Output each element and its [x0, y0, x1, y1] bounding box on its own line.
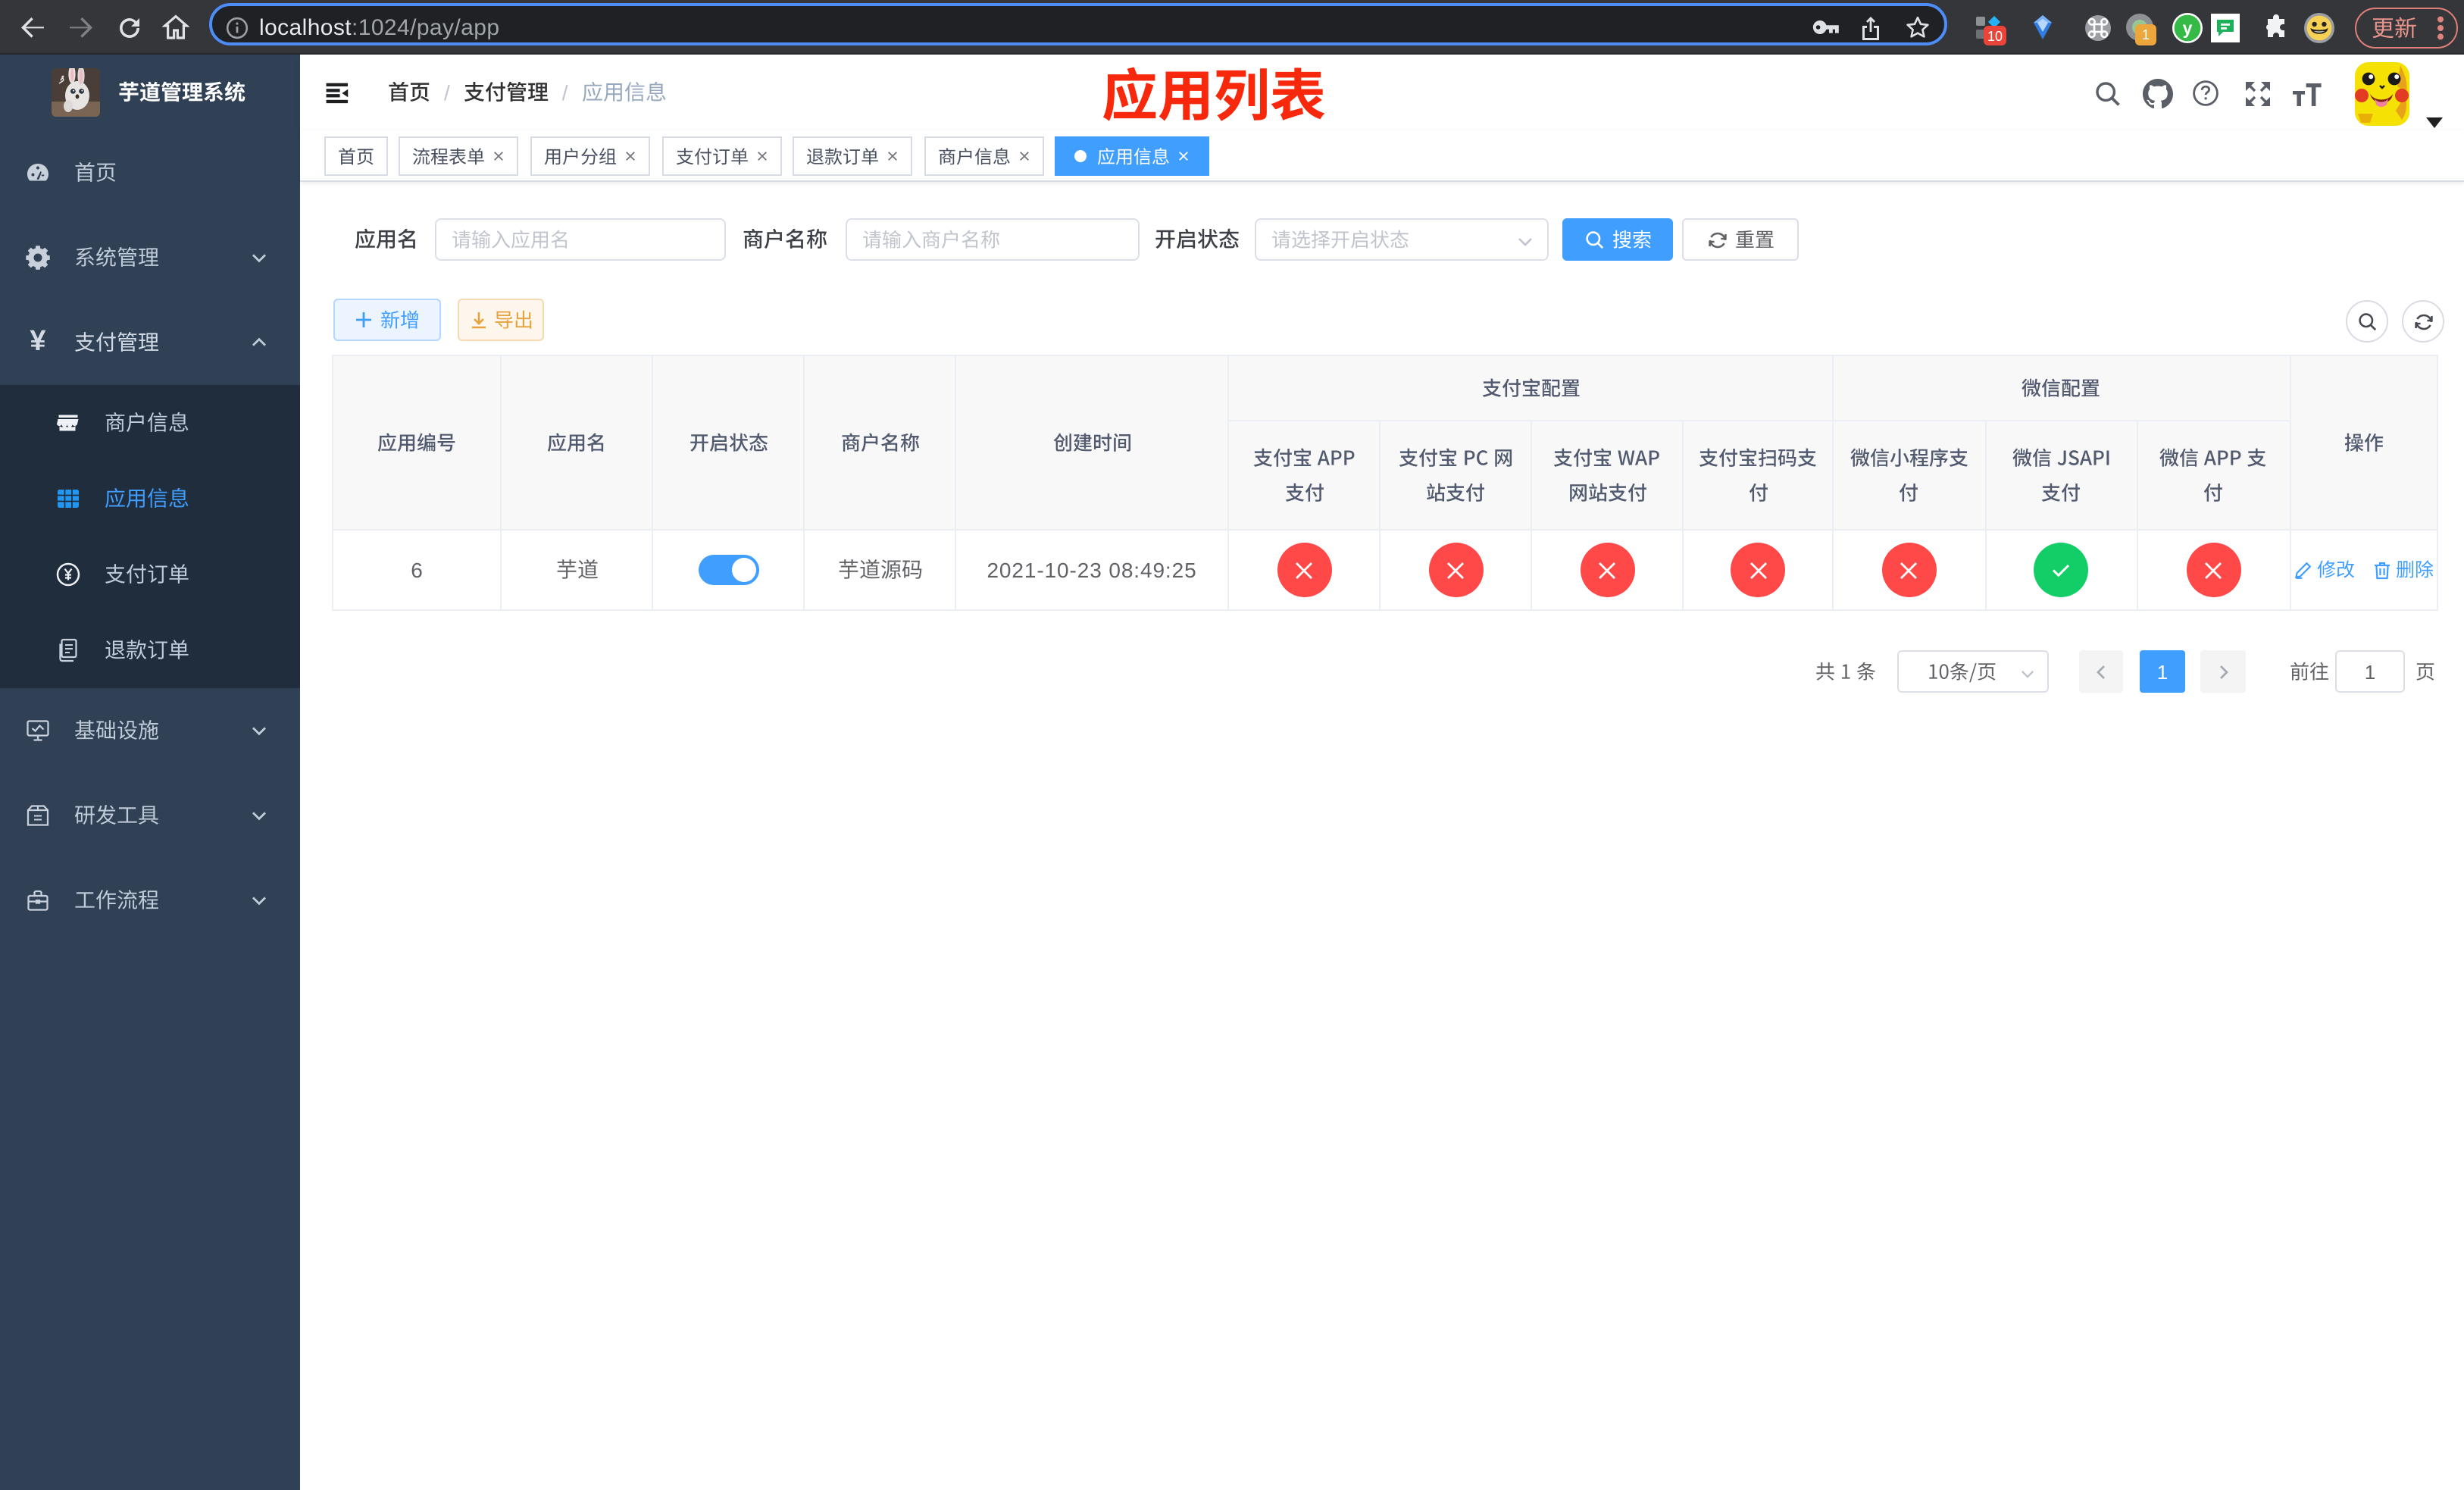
svg-text:y: y: [2182, 17, 2192, 37]
